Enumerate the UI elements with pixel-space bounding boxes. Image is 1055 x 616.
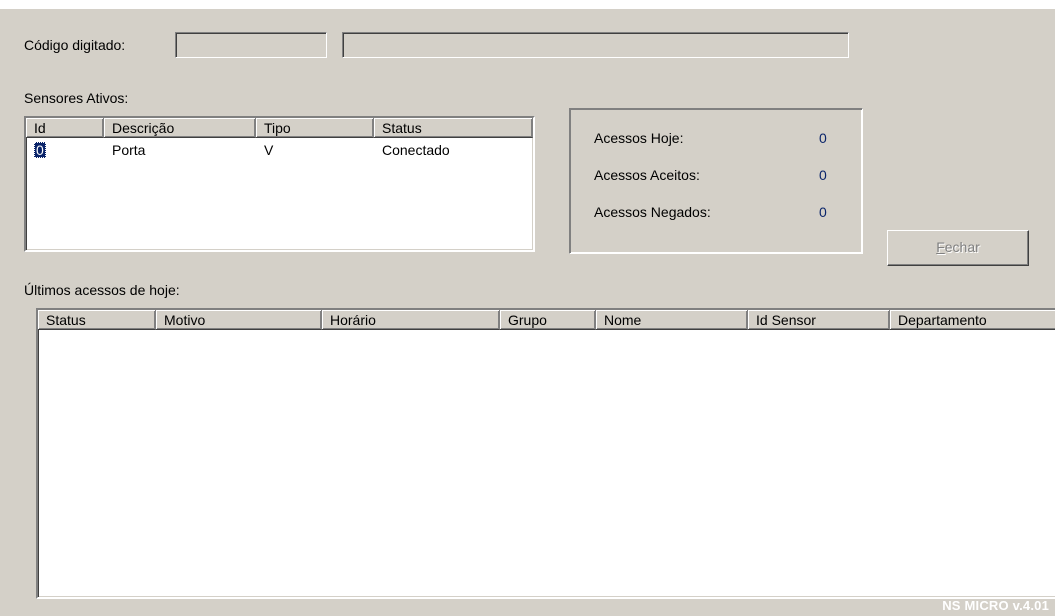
sensores-col-tipo[interactable]: Tipo <box>256 118 374 138</box>
codigo-field-1[interactable] <box>175 32 327 58</box>
ultimos-col-horario[interactable]: Horário <box>322 310 500 330</box>
ultimos-col-nome[interactable]: Nome <box>596 310 748 330</box>
version-label: NS MICRO v.4.01 <box>942 598 1049 613</box>
window-top-edge <box>0 0 1055 9</box>
ultimos-col-departamento[interactable]: Departamento <box>890 310 1055 330</box>
acessos-hoje-label: Acessos Hoje: <box>594 130 684 146</box>
ultimos-col-id-sensor[interactable]: Id Sensor <box>748 310 890 330</box>
ultimos-label: Últimos acessos de hoje: <box>24 282 180 298</box>
fechar-button-mnemonic: F <box>936 239 945 255</box>
fechar-button-label: echar <box>944 239 980 255</box>
sensores-col-status[interactable]: Status <box>374 118 533 138</box>
sensores-col-id[interactable]: Id <box>26 118 104 138</box>
acessos-aceitos-label: Acessos Aceitos: <box>594 167 700 183</box>
sensores-row-id: 0 <box>34 142 46 158</box>
acessos-negados-label: Acessos Negados: <box>594 204 711 220</box>
sensores-row-tipo: V <box>264 142 274 158</box>
ultimos-col-grupo[interactable]: Grupo <box>500 310 596 330</box>
acessos-negados-value: 0 <box>819 204 827 220</box>
acessos-aceitos-value: 0 <box>819 167 827 183</box>
sensores-row-status: Conectado <box>382 142 450 158</box>
sensores-list[interactable]: Id Descrição Tipo Status 0 Porta V Conec… <box>24 116 535 252</box>
ultimos-col-status[interactable]: Status <box>38 310 156 330</box>
stats-panel: Acessos Hoje: 0 Acessos Aceitos: 0 Acess… <box>569 108 863 254</box>
ultimos-list[interactable]: Status Motivo Horário Grupo Nome Id Sens… <box>36 308 1055 599</box>
sensores-row-descricao: Porta <box>112 142 146 158</box>
ultimos-col-motivo[interactable]: Motivo <box>156 310 322 330</box>
sensores-label: Sensores Ativos: <box>24 90 129 106</box>
sensores-col-descricao[interactable]: Descrição <box>104 118 256 138</box>
codigo-label: Código digitado: <box>24 37 126 53</box>
acessos-hoje-value: 0 <box>819 130 827 146</box>
fechar-button[interactable]: Fechar <box>887 230 1029 266</box>
codigo-field-2[interactable] <box>342 32 849 58</box>
